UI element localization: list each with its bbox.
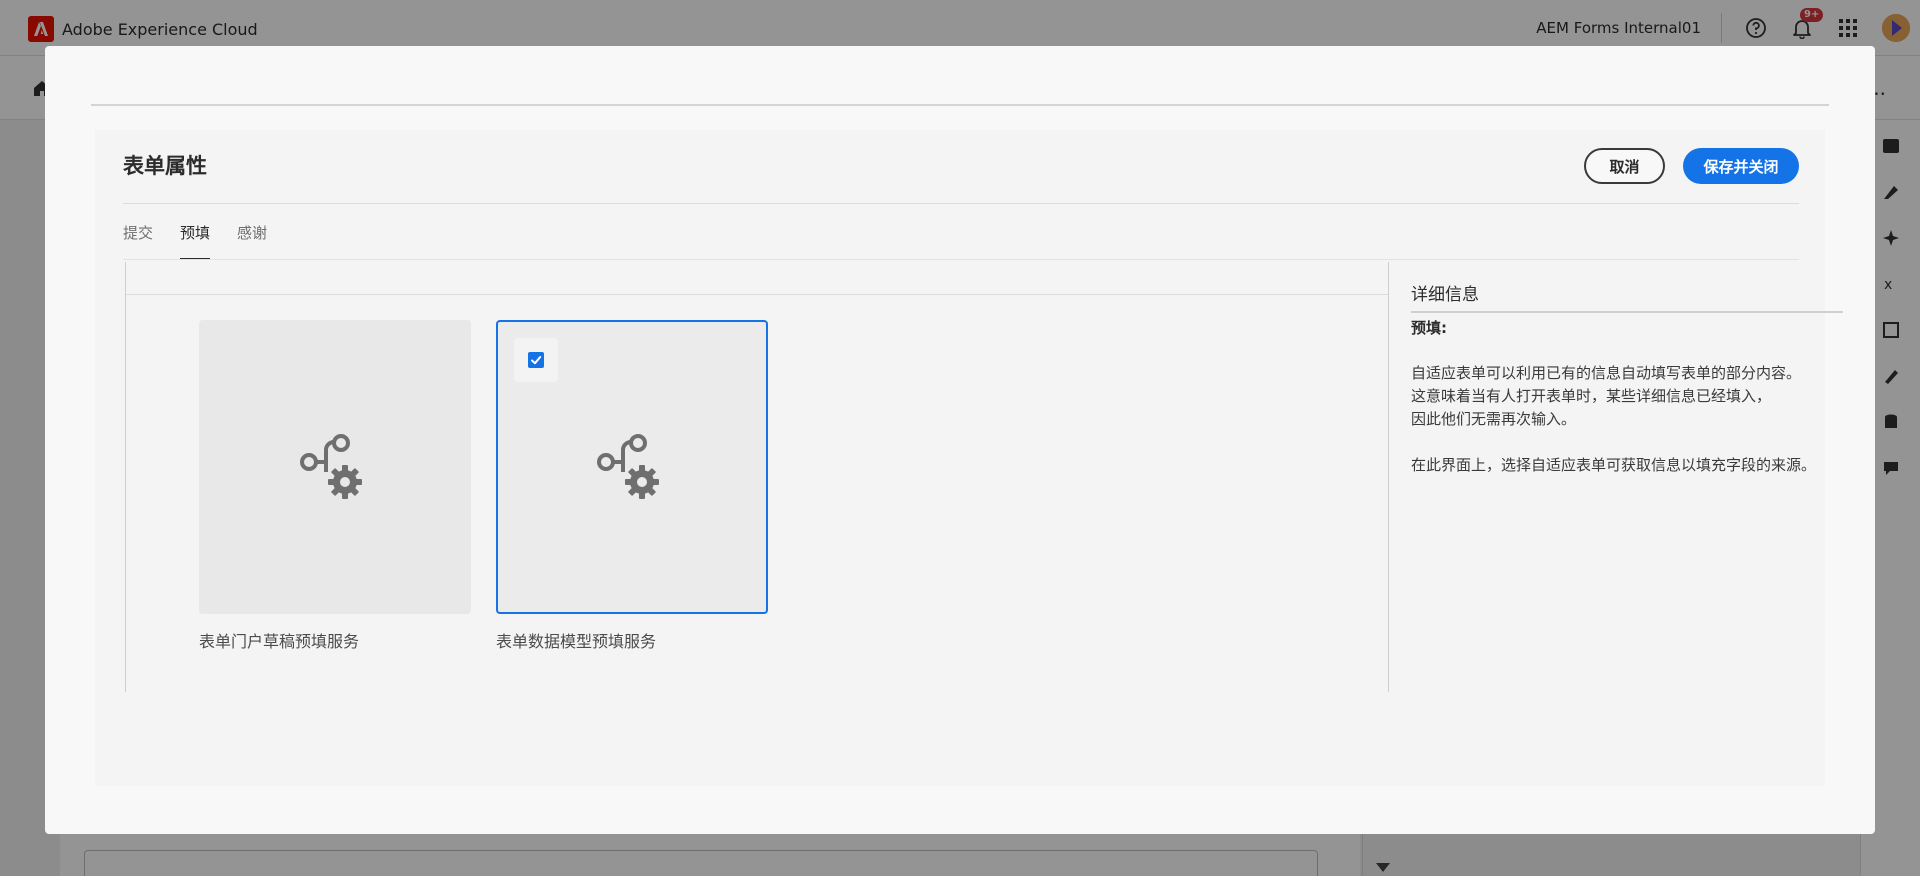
content-top-divider xyxy=(126,294,1388,295)
service-checkbox[interactable] xyxy=(514,338,558,382)
details-line-2: 这意味着当有人打开表单时，某些详细信息已经填入， xyxy=(1411,387,1772,405)
details-paragraph-2: 在此界面上，选择自适应表单可获取信息以填充字段的来源。 xyxy=(1411,456,1817,474)
checkmark-icon xyxy=(528,352,544,368)
details-title: 详细信息 xyxy=(1411,280,1843,313)
service-tile-form-data-model[interactable] xyxy=(496,320,768,614)
service-gear-icon xyxy=(299,432,369,502)
cancel-button[interactable]: 取消 xyxy=(1584,148,1665,184)
save-and-close-button[interactable]: 保存并关闭 xyxy=(1683,148,1799,184)
service-tile-portal-draft[interactable] xyxy=(199,320,471,614)
dialog-title: 表单属性 xyxy=(123,154,207,178)
details-line-3: 因此他们无需再次输入。 xyxy=(1411,410,1577,428)
tab-prefill[interactable]: 预填 xyxy=(180,214,211,260)
tab-bar: 提交 预填 感谢 xyxy=(123,214,294,260)
content-divider xyxy=(1388,262,1389,692)
tabs-divider xyxy=(123,259,1799,260)
details-panel: 详细信息 预填: 自适应表单可以利用已有的信息自动填写表单的部分内容。 这意味着… xyxy=(1411,280,1843,477)
service-gear-icon xyxy=(596,432,666,502)
header-divider xyxy=(123,203,1799,204)
tab-thanks[interactable]: 感谢 xyxy=(237,214,267,260)
details-line-1: 自适应表单可以利用已有的信息自动填写表单的部分内容。 xyxy=(1411,364,1802,382)
form-properties-dialog: 表单属性 取消 保存并关闭 提交 预填 感谢 表单门户草稿预填服务 表单数据模型… xyxy=(45,46,1875,834)
properties-card: 表单属性 取消 保存并关闭 提交 预填 感谢 表单门户草稿预填服务 表单数据模型… xyxy=(95,130,1843,786)
content-left-border xyxy=(125,262,126,692)
service-label-portal-draft: 表单门户草稿预填服务 xyxy=(199,632,360,651)
dialog-top-divider xyxy=(91,104,1829,106)
service-label-form-data-model: 表单数据模型预填服务 xyxy=(496,632,657,651)
details-label: 预填: xyxy=(1411,319,1447,337)
tab-submit[interactable]: 提交 xyxy=(123,214,153,260)
